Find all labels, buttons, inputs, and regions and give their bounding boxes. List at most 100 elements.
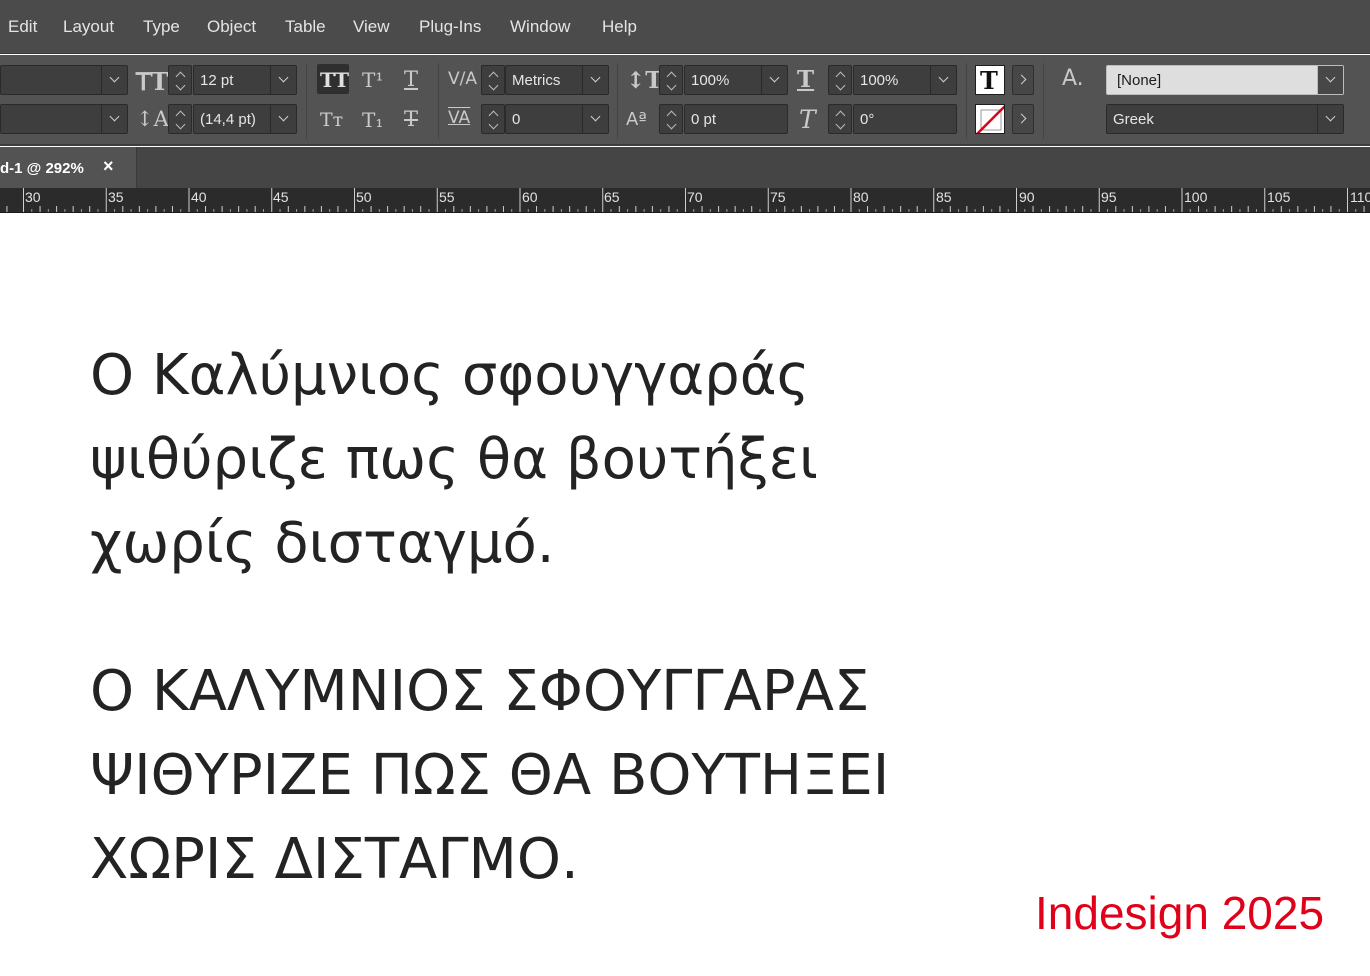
ruler-label: 55: [439, 189, 455, 205]
chevron-down-icon[interactable]: [1317, 66, 1343, 94]
character-style-select[interactable]: [None]: [1106, 65, 1344, 95]
font-family-select[interactable]: [0, 65, 128, 95]
text-fill-icon: T: [980, 66, 998, 95]
menu-type[interactable]: Type: [143, 17, 180, 37]
separator: [617, 63, 618, 139]
paragraph-uppercase[interactable]: Ο ΚΑΛΥΜΝΙΟΣ ΣΦΟΥΓΓΑΡΑΣ ΨΙΘΥΡΙΖΕ ΠΩΣ ΘΑ Β…: [90, 650, 889, 902]
language-select[interactable]: Greek: [1106, 104, 1344, 134]
strikethrough-icon[interactable]: T: [404, 107, 418, 131]
superscript-icon[interactable]: T¹: [362, 68, 383, 92]
kerning-value: Metrics: [512, 72, 561, 89]
leading-icon: ↕A: [136, 107, 169, 131]
kerning-field[interactable]: Metrics: [505, 65, 609, 95]
text-line: χωρίς δισταγμό.: [90, 511, 555, 576]
skew-field[interactable]: 0°: [853, 104, 957, 134]
separator: [438, 63, 439, 139]
font-style-select[interactable]: [0, 104, 128, 134]
ruler-label: 70: [687, 189, 703, 205]
menu-window[interactable]: Window: [510, 17, 570, 37]
tracking-value: 0: [512, 111, 521, 128]
document-tab-bar: d-1 @ 292% ×: [0, 147, 1370, 188]
ruler-label: 80: [853, 189, 869, 205]
separator: [1043, 63, 1044, 139]
font-size-value: 12 pt: [200, 72, 234, 89]
text-line: Ο Καλύμνιος σφουγγαράς: [90, 343, 810, 408]
font-size-stepper[interactable]: [168, 65, 192, 95]
separator: [966, 63, 967, 139]
vertical-scale-stepper[interactable]: [659, 65, 683, 95]
ruler-label: 95: [1101, 189, 1117, 205]
horizontal-scale-value: 100%: [860, 72, 899, 89]
baseline-shift-value: 0 pt: [691, 111, 717, 128]
text-fill-swatch[interactable]: T: [975, 65, 1005, 95]
chevron-down-icon[interactable]: [582, 66, 608, 94]
tracking-field[interactable]: 0: [505, 104, 609, 134]
ruler-label: 60: [522, 189, 538, 205]
baseline-shift-stepper[interactable]: [659, 104, 683, 134]
language-value: Greek: [1113, 111, 1154, 128]
text-line: ψιθύριζε πως θα βουτήξει: [90, 427, 818, 492]
menu-layout[interactable]: Layout: [63, 17, 114, 37]
vertical-scale-value: 100%: [691, 72, 730, 89]
chevron-down-icon[interactable]: [930, 66, 956, 94]
chevron-down-icon[interactable]: [101, 105, 127, 133]
horizontal-scale-icon: T: [797, 66, 815, 93]
horizontal-ruler[interactable]: 30 35 40 45 50 55 60 65 70 75 80 85 90 9…: [0, 188, 1370, 213]
text-line: ΨΙΘΥΡΙΖΕ ΠΩΣ ΘΑ ΒΟΥΤΗΞΕΙ: [90, 743, 890, 808]
small-caps-icon[interactable]: Tᴛ: [320, 109, 343, 131]
ruler-label: 85: [936, 189, 952, 205]
menu-object[interactable]: Object: [207, 17, 256, 37]
leading-value: (14,4 pt): [200, 111, 256, 128]
stroke-none-icon: [976, 105, 1004, 133]
document-page[interactable]: Ο Καλύμνιος σφουγγαράς ψιθύριζε πως θα β…: [0, 214, 1370, 976]
chevron-down-icon[interactable]: [270, 66, 296, 94]
chevron-down-icon[interactable]: [101, 66, 127, 94]
ruler-label: 45: [273, 189, 289, 205]
kerning-icon: V/A: [448, 69, 477, 89]
document-tab-title: d-1 @ 292%: [0, 160, 84, 177]
ruler-label: 105: [1267, 189, 1291, 205]
document-tab[interactable]: d-1 @ 292% ×: [0, 147, 137, 188]
chevron-down-icon[interactable]: [270, 105, 296, 133]
subscript-icon[interactable]: T₁: [362, 108, 383, 132]
ruler-label: 75: [770, 189, 786, 205]
vertical-scale-icon: ↕T: [626, 67, 663, 94]
skew-stepper[interactable]: [828, 104, 852, 134]
font-size-field[interactable]: 12 pt: [193, 65, 297, 95]
stroke-swatch[interactable]: [975, 104, 1005, 134]
fill-menu-button[interactable]: [1012, 65, 1034, 95]
chevron-down-icon[interactable]: [1317, 105, 1343, 133]
menu-table[interactable]: Table: [285, 17, 326, 37]
kerning-stepper[interactable]: [481, 65, 505, 95]
chevron-down-icon[interactable]: [582, 105, 608, 133]
stroke-menu-button[interactable]: [1012, 104, 1034, 134]
horizontal-scale-stepper[interactable]: [828, 65, 852, 95]
text-line: ΧΩΡΙΣ ΔΙΣΤΑΓΜΟ.: [90, 827, 579, 892]
leading-stepper[interactable]: [168, 104, 192, 134]
baseline-shift-field[interactable]: 0 pt: [684, 104, 788, 134]
text-line: Ο ΚΑΛΥΜΝΙΟΣ ΣΦΟΥΓΓΑΡΑΣ: [90, 659, 870, 724]
leading-field[interactable]: (14,4 pt): [193, 104, 297, 134]
tracking-stepper[interactable]: [481, 104, 505, 134]
all-caps-button[interactable]: TT: [317, 64, 349, 94]
chevron-down-icon[interactable]: [761, 66, 787, 94]
horizontal-scale-field[interactable]: 100%: [853, 65, 957, 95]
ruler-label: 35: [108, 189, 124, 205]
font-size-icon: ꓔT: [136, 67, 169, 96]
ruler-label: 100: [1184, 189, 1208, 205]
tracking-icon: VA: [448, 108, 471, 128]
underline-icon[interactable]: T: [404, 67, 418, 91]
ruler-label: 30: [25, 189, 41, 205]
menu-plug-ins[interactable]: Plug-Ins: [419, 17, 481, 37]
menu-view[interactable]: View: [353, 17, 390, 37]
character-control-panel: ꓔT 12 pt ↕A (14,4 pt) TT T¹ T Tᴛ T₁ T V/…: [0, 55, 1370, 146]
ruler-label: 65: [604, 189, 620, 205]
close-icon[interactable]: ×: [103, 156, 114, 177]
vertical-scale-field[interactable]: 100%: [684, 65, 788, 95]
all-caps-icon: TT: [320, 68, 350, 92]
menu-help[interactable]: Help: [602, 17, 637, 37]
menu-edit[interactable]: Edit: [8, 17, 37, 37]
skew-icon: T: [799, 105, 816, 134]
paragraph-lowercase[interactable]: Ο Καλύμνιος σφουγγαράς ψιθύριζε πως θα β…: [90, 334, 818, 586]
watermark-label: Indesign 2025: [1035, 887, 1325, 939]
